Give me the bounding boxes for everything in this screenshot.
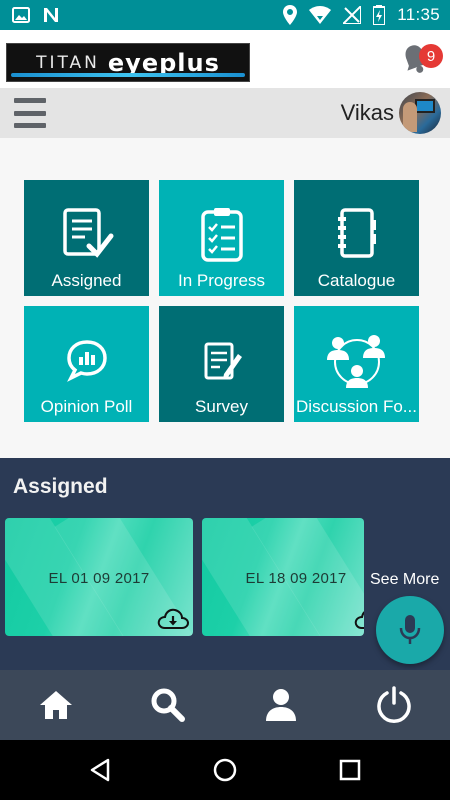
status-right-icons: 11:35 <box>283 5 440 25</box>
menu-icon[interactable] <box>14 98 46 128</box>
system-back-button[interactable] <box>70 740 130 800</box>
nav-home[interactable] <box>0 670 112 740</box>
see-more-link[interactable]: See More <box>370 571 439 589</box>
user-name[interactable]: Vikas <box>341 100 394 126</box>
discussion-icon <box>326 335 385 388</box>
mic-button[interactable] <box>376 596 444 664</box>
logo-swoosh <box>11 73 245 77</box>
recents-icon <box>339 759 361 781</box>
bottom-nav <box>0 670 450 740</box>
nav-search[interactable] <box>112 670 224 740</box>
survey-icon <box>204 342 242 380</box>
tile-survey[interactable]: Survey <box>159 306 284 422</box>
home-icon <box>40 691 72 719</box>
tile-assigned[interactable]: Assigned <box>24 180 149 296</box>
tile-label: Catalogue <box>317 271 396 290</box>
notebook-icon <box>337 208 376 258</box>
poll-bubble-icon <box>66 340 107 382</box>
nav-logout[interactable] <box>338 670 450 740</box>
profile-icon <box>266 689 296 721</box>
card-title: EL 01 09 2017 <box>48 570 150 587</box>
tile-label: In Progress <box>178 271 265 290</box>
assigned-icon <box>62 208 113 258</box>
logo-word-titan: TITAN <box>36 52 100 73</box>
home-circle-icon <box>213 758 237 782</box>
tile-label: Opinion Poll <box>40 397 133 416</box>
wifi-icon <box>309 6 332 24</box>
user-bar: Vikas <box>0 88 450 138</box>
notification-badge[interactable]: 9 <box>419 44 443 68</box>
card-title: EL 18 09 2017 <box>245 570 347 587</box>
tile-catalogue[interactable]: Catalogue <box>294 180 419 296</box>
status-bar: 11:35 <box>0 0 450 30</box>
signal-off-icon <box>343 6 362 24</box>
microphone-icon <box>399 615 421 644</box>
battery-charging-icon <box>373 5 386 25</box>
tile-label: Assigned <box>51 271 122 290</box>
n-notification-icon <box>44 8 58 22</box>
tile-label: Discussion Fo... <box>296 397 417 416</box>
search-icon <box>151 688 185 722</box>
system-nav-bar <box>0 740 450 800</box>
cloud-download-icon[interactable] <box>157 606 189 630</box>
brand-bar: TITAN eyeplus <box>0 30 450 88</box>
checklist-icon <box>200 208 243 262</box>
image-icon <box>12 7 30 23</box>
avatar[interactable] <box>399 92 441 134</box>
nav-profile[interactable] <box>225 670 337 740</box>
app-logo: TITAN eyeplus <box>6 43 250 82</box>
status-left-icons <box>12 6 60 24</box>
tile-in-progress[interactable]: In Progress <box>159 180 284 296</box>
power-icon <box>377 686 411 723</box>
system-home-button[interactable] <box>195 740 255 800</box>
cloud-download-icon[interactable] <box>354 606 364 630</box>
assigned-card[interactable]: EL 18 09 2017 <box>202 518 364 636</box>
section-title: Assigned <box>13 475 108 498</box>
assigned-card[interactable]: EL 01 09 2017 <box>5 518 193 636</box>
location-icon <box>283 5 298 25</box>
status-time: 11:35 <box>397 5 440 24</box>
tile-discussion-forum[interactable]: Discussion Fo... <box>294 306 419 422</box>
system-recents-button[interactable] <box>320 740 380 800</box>
tile-opinion-poll[interactable]: Opinion Poll <box>24 306 149 422</box>
tile-label: Survey <box>195 397 248 416</box>
back-icon <box>90 758 110 782</box>
